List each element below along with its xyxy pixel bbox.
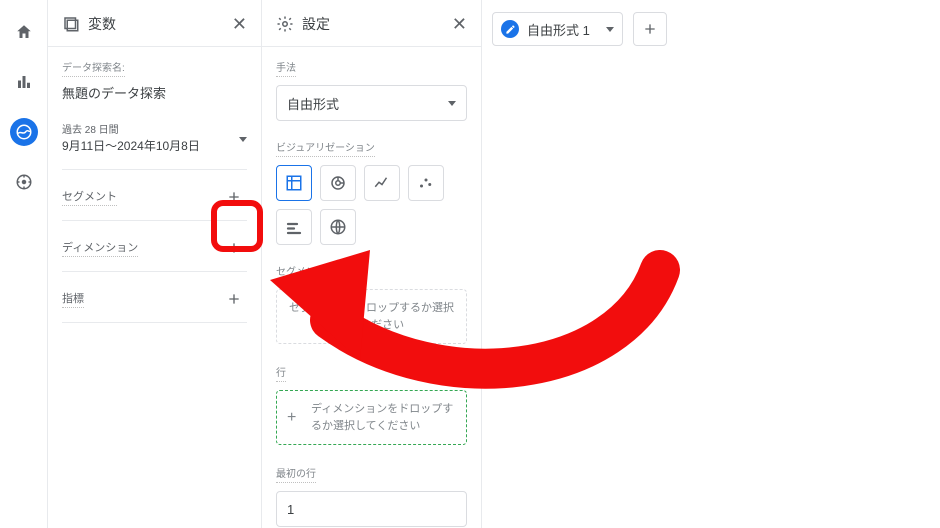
viz-bar-icon[interactable]	[276, 209, 312, 245]
chevron-down-icon	[606, 27, 614, 32]
date-range-picker[interactable]: 過去 28 日間 9月11日～2024年10月8日	[62, 120, 247, 170]
variables-title: 変数	[88, 14, 116, 34]
viz-scatter-icon[interactable]	[408, 165, 444, 201]
add-tab-button[interactable]	[633, 12, 667, 46]
viz-line-icon[interactable]	[364, 165, 400, 201]
nav-rail	[0, 0, 48, 528]
technique-value: 自由形式	[287, 94, 339, 113]
date-range-value: 9月11日～2024年10月8日	[62, 138, 200, 155]
variables-panel: 変数 ✕ データ探索名: 無題のデータ探索 過去 28 日間 9月11日～202…	[48, 0, 262, 528]
nav-admin-icon[interactable]	[10, 168, 38, 196]
gear-icon	[276, 15, 294, 33]
variables-icon	[62, 15, 80, 33]
tab-freeform-1[interactable]: 自由形式 1	[492, 12, 623, 46]
settings-title: 設定	[302, 14, 330, 34]
visualization-picker	[276, 165, 467, 245]
exploration-name-label: データ探索名:	[62, 59, 125, 77]
first-row-label: 最初の行	[276, 465, 316, 483]
dimensions-shelf-label: ディメンション	[62, 239, 138, 257]
technique-label: 手法	[276, 59, 296, 77]
segment-drop-zone[interactable]: セグメントをドロップするか選択してください	[276, 289, 467, 344]
pencil-icon	[501, 20, 519, 38]
exploration-name[interactable]: 無題のデータ探索	[62, 83, 247, 102]
add-dimension-button[interactable]	[221, 235, 247, 261]
visualization-label: ビジュアリゼーション	[276, 139, 375, 157]
chevron-down-icon	[448, 101, 456, 106]
technique-select[interactable]: 自由形式	[276, 85, 467, 121]
tab-label: 自由形式 1	[527, 20, 590, 39]
nav-explore-icon[interactable]	[10, 118, 38, 146]
canvas-panel: 自由形式 1	[482, 0, 940, 528]
date-range-label: 過去 28 日間	[62, 124, 200, 138]
segment-compare-label: セグメントの比較	[276, 263, 356, 281]
dimension-drop-zone[interactable]: ディメンションをドロップするか選択してください	[276, 390, 467, 445]
tab-bar: 自由形式 1	[492, 12, 928, 46]
segments-shelf-label: セグメント	[62, 188, 117, 206]
viz-table-icon[interactable]	[276, 165, 312, 201]
first-row-input[interactable]	[276, 491, 467, 527]
settings-panel: 設定 ✕ 手法 自由形式 ビジュアリゼーション セグメントの比較 セグメントをド…	[262, 0, 482, 528]
chevron-down-icon	[239, 137, 247, 142]
rows-label: 行	[276, 364, 286, 382]
add-segment-button[interactable]	[221, 184, 247, 210]
nav-reports-icon[interactable]	[10, 68, 38, 96]
nav-home-icon[interactable]	[10, 18, 38, 46]
metrics-shelf-label: 指標	[62, 290, 84, 308]
viz-donut-icon[interactable]	[320, 165, 356, 201]
close-variables-button[interactable]: ✕	[232, 15, 247, 33]
close-settings-button[interactable]: ✕	[452, 15, 467, 33]
viz-geo-icon[interactable]	[320, 209, 356, 245]
add-metric-button[interactable]	[221, 286, 247, 312]
